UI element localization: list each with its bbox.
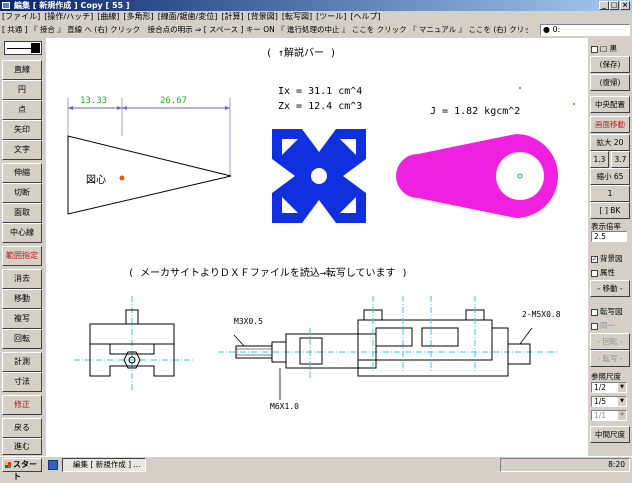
triangle-figure bbox=[67, 98, 232, 215]
tool-erase[interactable]: 消去 bbox=[2, 269, 42, 289]
minimize-button[interactable]: _ bbox=[599, 1, 609, 10]
restore-button[interactable]: (復帰) bbox=[590, 74, 630, 91]
background-checkbox[interactable]: ✓ 背景図 bbox=[591, 253, 623, 264]
hint-explanation-bar: ( ↑解説バー ) bbox=[266, 48, 337, 59]
tool-point[interactable]: 点 bbox=[2, 100, 42, 120]
taskbar-window-item[interactable]: 編集 [ 新規作成 ] ... bbox=[62, 458, 146, 472]
tool-modify[interactable]: 修正 bbox=[2, 395, 42, 415]
zoom-1-3-button[interactable]: 1.3 bbox=[590, 151, 609, 168]
thread-m6-label: M6X1.0 bbox=[270, 402, 299, 411]
reference-scale-select[interactable]: 1/2 bbox=[591, 382, 627, 393]
center-layout-button[interactable]: 中央配置 bbox=[590, 96, 630, 113]
rotate-transfer-button[interactable]: - 回転 - bbox=[590, 333, 630, 350]
zoom-in-button[interactable]: 拡大 20 bbox=[590, 134, 630, 151]
grid-toggle[interactable]: □ 黒 bbox=[591, 43, 617, 54]
bg-move-button[interactable]: - 移動 - bbox=[590, 280, 630, 297]
menu-file[interactable]: [ファイル] bbox=[0, 11, 42, 23]
tool-circle[interactable]: 円 bbox=[2, 80, 42, 100]
tool-cut[interactable]: 切断 bbox=[2, 183, 42, 203]
app-icon bbox=[2, 2, 10, 9]
right-panel: □ 黒 (保存) (復帰) 中央配置 画面移動 拡大 20 1.3 3.7 縮小… bbox=[588, 38, 632, 456]
tool-stretch[interactable]: 伸縮 bbox=[2, 163, 42, 183]
section-modulus-label: Zx = 12.4 cm^3 bbox=[278, 101, 363, 112]
screen-move-button[interactable]: 画面移動 bbox=[590, 116, 630, 133]
block-figure bbox=[74, 296, 194, 390]
assembly-figure bbox=[218, 296, 558, 400]
menu-curve[interactable]: [曲線] bbox=[95, 11, 121, 23]
tool-dimension[interactable]: 寸法 bbox=[2, 372, 42, 392]
tool-range-select[interactable]: 範囲指定 bbox=[2, 246, 42, 266]
hint-dxf-transfer: ( メーカサイトよりＤＸＦファイルを読込→転写しています ) bbox=[128, 268, 408, 279]
centroid-label: 図心 bbox=[86, 175, 106, 186]
tool-measure[interactable]: 計測 bbox=[2, 352, 42, 372]
menu-background[interactable]: [背景図] bbox=[246, 11, 280, 23]
transfer-checkbox[interactable]: 転写図 bbox=[591, 306, 623, 317]
taskbar: スタート 編集 [ 新規作成 ] ... 8:20 bbox=[0, 456, 632, 481]
dimension-left: 13.33 bbox=[80, 96, 108, 106]
scale-select-2[interactable]: 1/5 bbox=[591, 396, 627, 407]
menu-operation[interactable]: [操作/ハッチ] bbox=[42, 11, 95, 23]
aluminum-profile-figure bbox=[272, 129, 366, 223]
menu-surface[interactable]: [線面/鋸歯/変位] bbox=[156, 11, 220, 23]
menu-calc[interactable]: [計算] bbox=[219, 11, 245, 23]
quicklaunch-icon[interactable] bbox=[48, 460, 58, 470]
maximize-button[interactable]: □ bbox=[609, 1, 619, 10]
scale-select-3[interactable]: 1/1 bbox=[591, 410, 627, 421]
menu-polygon[interactable]: [多角形] bbox=[121, 11, 155, 23]
reference-scale-label: 参照尺度 bbox=[591, 372, 621, 381]
thread-m5-label: 2-M5X0.8 bbox=[522, 310, 561, 319]
title-bar: 編集 [ 新規作成 ] Copy [ 55 ] _ □ × bbox=[0, 0, 632, 11]
transfer-button[interactable]: - 転写 - bbox=[590, 350, 630, 367]
menu-bar: [ファイル] [操作/ハッチ] [曲線] [多角形] [線面/鋸歯/変位] [計算] [背景… bbox=[0, 11, 632, 23]
tool-chamfer[interactable]: 面取 bbox=[2, 203, 42, 223]
dimension-right: 26.67 bbox=[160, 96, 188, 106]
zoom-reset-button[interactable]: 1 bbox=[590, 185, 630, 202]
clock: 8:20 bbox=[608, 460, 625, 469]
tool-text[interactable]: 文字 bbox=[2, 140, 42, 160]
moment-of-inertia-label: Ix = 31.1 cm^4 bbox=[278, 86, 363, 97]
zoom-3-7-button[interactable]: 3.7 bbox=[611, 151, 630, 168]
centroid-point bbox=[119, 175, 125, 181]
line-style-swatch[interactable] bbox=[4, 41, 42, 55]
thread-m3-label: M3X0.5 bbox=[234, 317, 263, 326]
layer-select[interactable]: ● 0: bbox=[540, 24, 630, 36]
black-label: 黒 bbox=[609, 44, 617, 53]
left-toolbar: 直線 円 点 矢印 文字 伸縮 切断 面取 中心線 範囲指定 消去 移動 複写 … bbox=[0, 38, 46, 456]
tool-arrow[interactable]: 矢印 bbox=[2, 120, 42, 140]
tool-move[interactable]: 移動 bbox=[2, 289, 42, 309]
zoom-out-button[interactable]: 縮小 65 bbox=[590, 168, 630, 185]
attribute-checkbox[interactable]: 属性 bbox=[591, 267, 615, 278]
tool-rotate[interactable]: 回転 bbox=[2, 329, 42, 349]
tool-line[interactable]: 直線 bbox=[2, 60, 42, 80]
display-scale-input[interactable]: 2.5 bbox=[591, 231, 627, 242]
undo-button[interactable]: 戻る bbox=[2, 418, 42, 438]
intermediate-scale-button[interactable]: 中間尺度 bbox=[590, 426, 630, 443]
window-title: 編集 [ 新規作成 ] Copy [ 55 ] bbox=[14, 1, 130, 10]
inertia-j-label: J = 1.82 kgcm^2 bbox=[430, 106, 521, 117]
menu-help[interactable]: [ヘルプ] bbox=[348, 11, 382, 23]
close-button[interactable]: × bbox=[620, 1, 630, 10]
start-button[interactable]: スタート bbox=[2, 458, 42, 481]
bk-button[interactable]: [ ] BK bbox=[590, 202, 630, 219]
redo-button[interactable]: 進む bbox=[2, 438, 42, 455]
save-button[interactable]: (保存) bbox=[590, 56, 630, 73]
tool-copy[interactable]: 複写 bbox=[2, 309, 42, 329]
tool-centerline[interactable]: 中心線 bbox=[2, 223, 42, 243]
system-tray: 8:20 bbox=[500, 458, 630, 472]
drawing-canvas[interactable]: ( ↑解説バー ) 13.33 26.67 図心 Ix = 31.1 cm^4 … bbox=[46, 38, 588, 456]
guide-bar: [ 共通 ] 『 接合 』 直線 へ (右) クリック 接合点の明示 ⇒ [ ス… bbox=[2, 25, 528, 34]
menu-transfer[interactable]: [転写図] bbox=[280, 11, 314, 23]
menu-tool[interactable]: [ツール] bbox=[314, 11, 348, 23]
same-checkbox[interactable]: 同一 bbox=[591, 320, 615, 331]
